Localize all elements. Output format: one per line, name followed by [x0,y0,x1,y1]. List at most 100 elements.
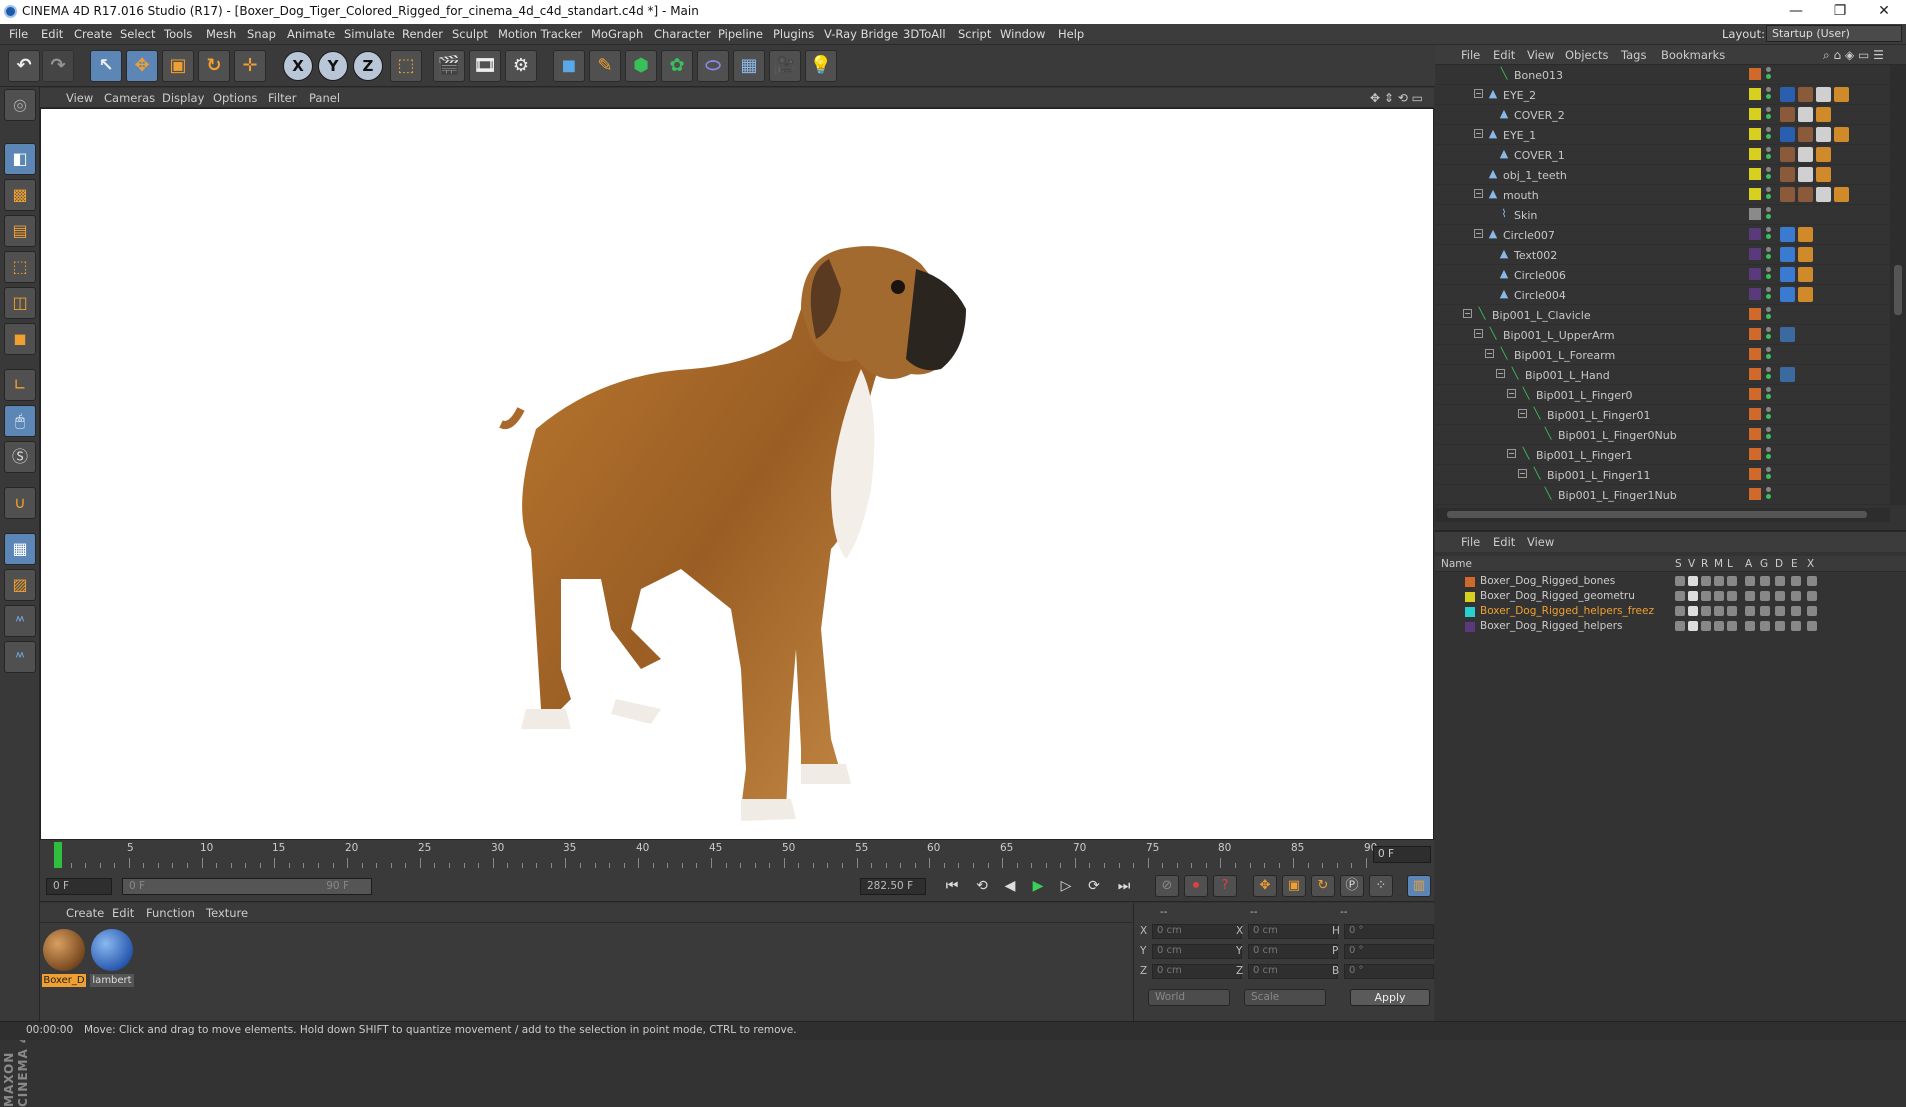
frame-range-slider[interactable]: 0 F 90 F [122,878,372,895]
floor-icon[interactable]: ▦ [733,50,765,82]
object-row[interactable]: ▲ obj_1_teeth [1435,165,1890,185]
visibility-dots[interactable] [1766,67,1772,83]
visibility-dots[interactable] [1766,227,1772,243]
layer-flag-icon[interactable] [1775,621,1785,631]
visibility-dots[interactable] [1766,487,1772,503]
layer-column-e[interactable]: E [1791,558,1798,570]
python-script-2-icon[interactable]: ꭩ [4,641,36,673]
visibility-dots[interactable] [1766,407,1772,423]
workplane-lock-icon[interactable]: ▦ [4,533,36,565]
object-tag-icon[interactable] [1816,187,1831,202]
render-visibility-dot[interactable] [1766,354,1771,359]
object-row[interactable]: − ▲ EYE_2 [1435,85,1890,105]
menu-vray-bridge[interactable]: V-Ray Bridge [824,27,898,41]
layer-column-r[interactable]: R [1701,558,1708,570]
object-row[interactable]: ⌇ Skin [1435,205,1890,225]
expand-toggle-icon[interactable]: − [1474,189,1483,198]
start-frame-field[interactable]: 0 F [46,878,112,895]
layer-flag-icon[interactable] [1760,576,1770,586]
timeline-current-frame[interactable]: 0 F [1373,846,1431,863]
editor-visibility-dot[interactable] [1766,187,1771,192]
edges-mode-icon[interactable]: ◫ [4,287,36,319]
object-tag-icon[interactable] [1816,167,1831,182]
expand-toggle-icon[interactable]: − [1474,89,1483,98]
layer-flag-icon[interactable] [1688,576,1698,586]
cloner-icon[interactable]: ✿ [661,50,693,82]
object-search-icon[interactable]: ⌕ ⌂ ◈ ▭ ☰ [1823,48,1884,63]
visibility-dots[interactable] [1766,307,1772,323]
layer-color-swatch[interactable] [1749,168,1761,180]
object-tag-icon[interactable] [1780,247,1795,262]
material-menu-texture[interactable]: Texture [206,906,248,920]
menu-tools[interactable]: Tools [164,27,192,41]
editor-visibility-dot[interactable] [1766,127,1771,132]
render-visibility-dot[interactable] [1766,494,1771,499]
object-tag-icon[interactable] [1798,287,1813,302]
object-row[interactable]: ▲ Circle006 [1435,265,1890,285]
render-visibility-dot[interactable] [1766,474,1771,479]
viewport-menu-view[interactable]: View [66,91,93,105]
object-tag-icon[interactable] [1780,87,1795,102]
layer-color-swatch[interactable] [1749,128,1761,140]
layer-row[interactable]: Boxer_Dog_Rigged_bones [1435,574,1906,589]
coord-value-field[interactable]: 0 ° [1344,924,1434,939]
layer-flag-icon[interactable] [1745,606,1755,616]
visibility-dots[interactable] [1766,287,1772,303]
coord-scale-select[interactable]: Scale [1244,989,1326,1006]
visibility-dots[interactable] [1766,127,1772,143]
object-tag-icon[interactable] [1798,267,1813,282]
object-menu-objects[interactable]: Objects [1565,48,1608,62]
layer-flag-icon[interactable] [1727,591,1737,601]
visibility-dots[interactable] [1766,427,1772,443]
material-boxer[interactable]: Boxer_D [42,929,86,989]
editor-visibility-dot[interactable] [1766,227,1771,232]
viewport-menu-options[interactable]: Options [213,91,257,105]
layer-color-swatch[interactable] [1749,268,1761,280]
viewport-nav-icons[interactable]: ✥ ⇕ ⟲ ▭ [1370,91,1423,105]
editor-visibility-dot[interactable] [1766,447,1771,452]
object-tag-icon[interactable] [1780,227,1795,242]
layer-color-swatch[interactable] [1749,308,1761,320]
visibility-dots[interactable] [1766,147,1772,163]
layer-color-swatch[interactable] [1749,148,1761,160]
object-scroll-thumb[interactable] [1894,265,1902,315]
expand-toggle-icon[interactable]: − [1474,329,1483,338]
layer-color-swatch[interactable] [1465,592,1475,602]
coord-value-field[interactable]: 0 cm [1152,944,1242,959]
recent-tool-icon[interactable]: ✛ [234,50,266,82]
layer-flag-icon[interactable] [1791,591,1801,601]
object-row[interactable]: − ╲ Bip001_L_Finger1 [1435,445,1890,465]
coord-system-select[interactable]: World [1148,989,1230,1006]
object-tag-icon[interactable] [1780,107,1795,122]
layer-flag-icon[interactable] [1727,576,1737,586]
layer-flag-icon[interactable] [1791,621,1801,631]
coord-value-field[interactable]: 0 cm [1248,964,1338,979]
texture-mode-icon[interactable]: ▩ [4,179,36,211]
axis-mode-icon[interactable]: ∟ [4,369,36,401]
object-tag-icon[interactable] [1798,127,1813,142]
next-key-icon[interactable]: ⟳ [1082,875,1106,897]
visibility-dots[interactable] [1766,327,1772,343]
y-axis-lock-icon[interactable]: Y [318,51,348,81]
layer-flag-icon[interactable] [1688,621,1698,631]
layer-flag-icon[interactable] [1745,591,1755,601]
object-tree[interactable]: ╲ Bone013− ▲ EYE_2 ▲ COVER_2− ▲ EYE_1 ▲ COVER_1 ▲ o… [1435,65,1890,505]
render-visibility-dot[interactable] [1766,74,1771,79]
render-visibility-dot[interactable] [1766,394,1771,399]
autokey-icon[interactable]: ⏺ [1184,875,1208,897]
coord-value-field[interactable]: 0 ° [1344,944,1434,959]
object-row[interactable]: ╲ Bip001_L_Finger0Nub [1435,425,1890,445]
object-menu-edit[interactable]: Edit [1493,48,1515,62]
expand-toggle-icon[interactable]: − [1474,129,1483,138]
next-frame-icon[interactable]: ▷ [1054,875,1078,897]
object-tag-icon[interactable] [1798,107,1813,122]
object-row[interactable]: − ╲ Bip001_L_Finger11 [1435,465,1890,485]
editor-visibility-dot[interactable] [1766,207,1771,212]
object-hscroll-thumb[interactable] [1447,511,1867,518]
layer-color-swatch[interactable] [1749,448,1761,460]
render-visibility-dot[interactable] [1766,214,1771,219]
keyframe-selection-icon[interactable]: ? [1213,875,1237,897]
layer-color-swatch[interactable] [1749,408,1761,420]
point-level-icon[interactable]: ⁘ [1369,875,1393,897]
object-tag-icon[interactable] [1816,127,1831,142]
